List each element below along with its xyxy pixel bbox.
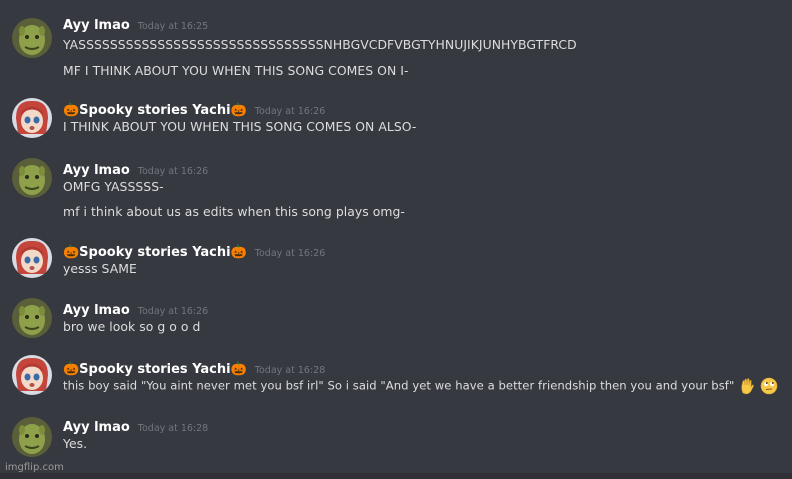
rolling-eyes-emoji-icon[interactable] xyxy=(760,377,778,395)
timestamp: Today at 16:26 xyxy=(137,166,209,177)
message-text: mf i think about us as edits when this s… xyxy=(63,204,405,219)
timestamp: Today at 16:26 xyxy=(254,248,326,259)
username[interactable]: 🎃Spooky stories Yachi🎃 xyxy=(63,103,247,118)
timestamp: Today at 16:26 xyxy=(137,306,209,317)
message-text: OMFG YASSSSS- xyxy=(63,179,164,194)
timestamp: Today at 16:25 xyxy=(137,21,209,32)
user-avatar[interactable] xyxy=(12,298,52,338)
shrek-avatar-icon xyxy=(12,417,52,457)
shrek-avatar-icon xyxy=(12,18,52,58)
message-text: Yes. xyxy=(63,436,88,451)
message-header: Ayy lmao Today at 16:28 xyxy=(63,416,208,435)
message-text: bro we look so g o o d xyxy=(63,319,201,334)
anime-girl-avatar-icon xyxy=(12,355,52,395)
message-header: Ayy lmao Today at 16:26 xyxy=(63,299,208,318)
timestamp: Today at 16:28 xyxy=(254,365,326,376)
message-header: 🎃Spooky stories Yachi🎃 Today at 16:26 xyxy=(63,241,325,260)
user-avatar[interactable] xyxy=(12,98,52,138)
anime-girl-avatar-icon xyxy=(12,98,52,138)
user-avatar[interactable] xyxy=(12,158,52,198)
message-text: I THINK ABOUT YOU WHEN THIS SONG COMES O… xyxy=(63,119,417,134)
timestamp: Today at 16:28 xyxy=(137,423,209,434)
message-header: Ayy lmao Today at 16:26 xyxy=(63,159,208,178)
user-avatar[interactable] xyxy=(12,238,52,278)
message-text: YASSSSSSSSSSSSSSSSSSSSSSSSSSSSSSSNHBGVCD… xyxy=(63,37,577,52)
message-header: 🎃Spooky stories Yachi🎃 Today at 16:28 xyxy=(63,358,325,377)
raised-hand-emoji-icon[interactable] xyxy=(738,377,756,395)
anime-girl-avatar-icon xyxy=(12,238,52,278)
user-avatar[interactable] xyxy=(12,417,52,457)
bottom-bar xyxy=(0,473,792,479)
message-text: this boy said "You aint never met you bs… xyxy=(63,377,778,395)
user-avatar[interactable] xyxy=(12,18,52,58)
user-avatar[interactable] xyxy=(12,355,52,395)
timestamp: Today at 16:26 xyxy=(254,106,326,117)
shrek-avatar-icon xyxy=(12,298,52,338)
message-text-content: this boy said "You aint never met you bs… xyxy=(63,378,735,393)
username[interactable]: Ayy lmao xyxy=(63,420,130,435)
watermark: imgflip.com xyxy=(5,462,64,473)
message-header: 🎃Spooky stories Yachi🎃 Today at 16:26 xyxy=(63,99,325,118)
username[interactable]: 🎃Spooky stories Yachi🎃 xyxy=(63,362,247,377)
username[interactable]: Ayy lmao xyxy=(63,303,130,318)
username[interactable]: 🎃Spooky stories Yachi🎃 xyxy=(63,245,247,260)
shrek-avatar-icon xyxy=(12,158,52,198)
message-text: MF I THINK ABOUT YOU WHEN THIS SONG COME… xyxy=(63,63,409,78)
username[interactable]: Ayy lmao xyxy=(63,163,130,178)
username[interactable]: Ayy lmao xyxy=(63,18,130,33)
message-text: yesss SAME xyxy=(63,261,137,276)
message-header: Ayy lmao Today at 16:25 xyxy=(63,14,208,33)
